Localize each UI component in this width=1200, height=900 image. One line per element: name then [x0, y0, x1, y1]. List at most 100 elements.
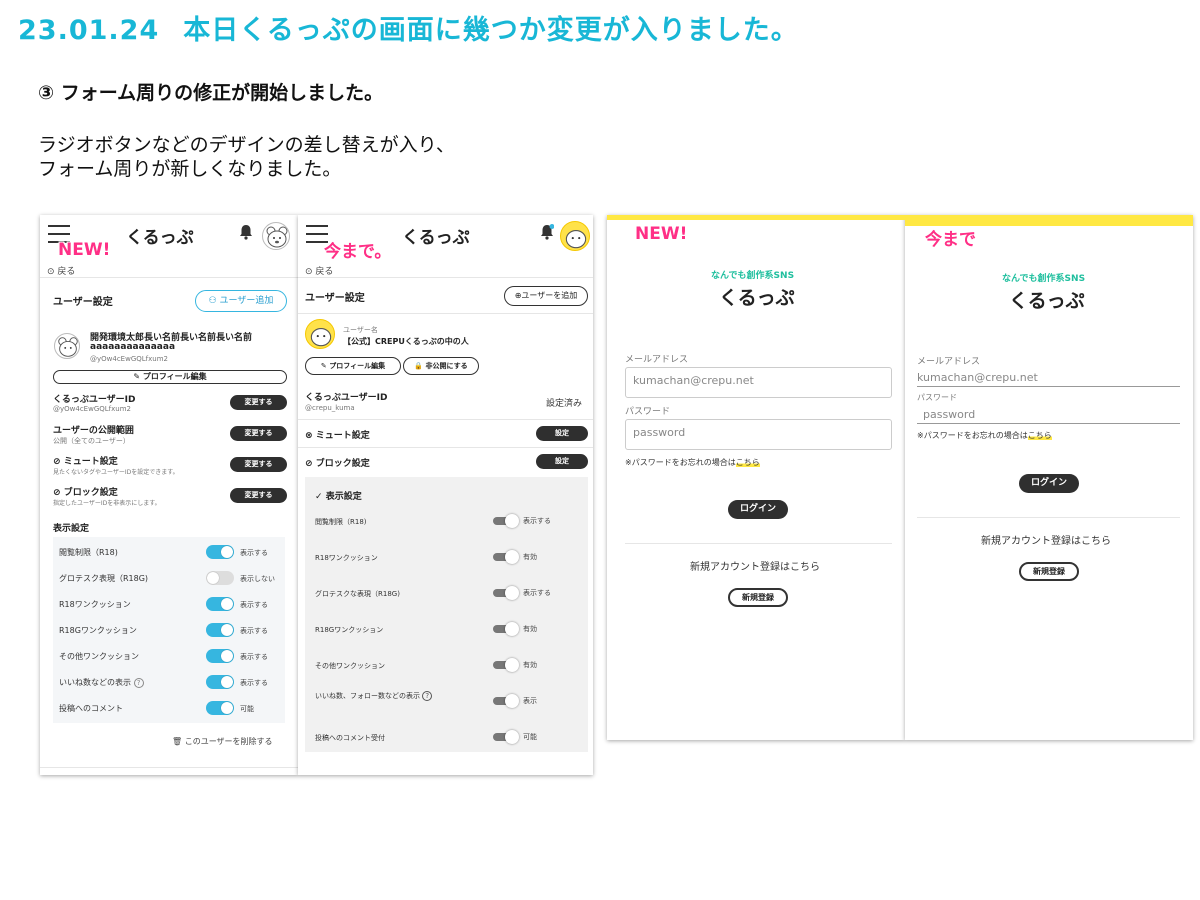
- user-id-status: 設定済み: [546, 399, 583, 409]
- bell-icon[interactable]: [239, 224, 253, 240]
- app-logo[interactable]: くるっぷ: [126, 223, 194, 248]
- visibility-value: 公開（全てのユーザー）: [53, 437, 130, 445]
- old-tag: 今まで。: [324, 242, 392, 262]
- display-settings-title: ✓ 表示設定: [315, 492, 362, 502]
- old-settings-screenshot: くるっぷ ⊙ 戻る ユーザー設定 ⊕ユーザーを追加 ユーザー名 【公式】CREP…: [298, 215, 593, 775]
- make-private-button[interactable]: 🔒 非公開にする: [403, 357, 479, 375]
- edit-profile-button[interactable]: ✎ プロフィール編集: [53, 370, 287, 384]
- help-icon[interactable]: ?: [133, 678, 144, 688]
- login-button[interactable]: ログイン: [728, 500, 788, 519]
- avatar[interactable]: [560, 221, 590, 251]
- add-user-button[interactable]: ⚇ ユーザー追加: [195, 290, 287, 312]
- toggle-r18g-onecushion[interactable]: [206, 623, 234, 637]
- toggle-r18[interactable]: [493, 514, 519, 528]
- mute-settings-button[interactable]: 設定: [536, 426, 588, 441]
- user-name-label: ユーザー名: [343, 326, 378, 334]
- back-link[interactable]: ⊙ 戻る: [47, 264, 75, 277]
- block-description: 指定したユーザーIDを非表示にします。: [53, 500, 161, 507]
- user-handle: @yOw4cEwGQLfxum2: [90, 355, 168, 363]
- email-field[interactable]: kumachan@crepu.net: [625, 367, 892, 398]
- toggle-r18-onecushion[interactable]: [493, 550, 519, 564]
- user-id-value: @yOw4cEwGQLfxum2: [53, 405, 131, 413]
- toggle-label: 閲覧制限（R18): [315, 518, 367, 526]
- toggle-like-count[interactable]: [206, 675, 234, 689]
- email-field[interactable]: kumachan@crepu.net: [917, 369, 1180, 387]
- edit-profile-label: プロフィール編集: [329, 362, 386, 370]
- block-label: ⊘ ブロック設定: [305, 459, 370, 469]
- toggle-r18g-onecushion[interactable]: [493, 622, 519, 636]
- password-label: パスワード: [917, 393, 957, 402]
- tagline: なんでも創作系SNS: [711, 271, 795, 281]
- toggle-label: グロテスクな表現（R18G): [315, 590, 400, 598]
- delete-user-link[interactable]: 🗑 このユーザーを削除する: [172, 736, 273, 747]
- back-label: 戻る: [315, 267, 334, 277]
- mute-label: ⊗ ミュート設定: [305, 431, 370, 441]
- app-logo[interactable]: くるっぷ: [402, 223, 470, 248]
- old-login-screenshot: 今まで なんでも創作系SNS くるっぷ メールアドレス kumachan@cre…: [905, 215, 1193, 740]
- toggle-label: 投稿へのコメント受付: [315, 734, 385, 742]
- toggle-other-onecushion[interactable]: [206, 649, 234, 663]
- divider: [298, 419, 593, 420]
- bell-icon[interactable]: [540, 224, 554, 240]
- register-button[interactable]: 新規登録: [1019, 562, 1079, 581]
- toggle-r18[interactable]: [206, 545, 234, 559]
- password-field[interactable]: password: [917, 406, 1180, 424]
- toggle-grotesque[interactable]: [493, 586, 519, 600]
- user-id-label: くるっぷユーザーID: [305, 393, 388, 403]
- toggle-label: R18Gワンクッション: [315, 626, 384, 634]
- toggle-value: 表示しない: [240, 575, 275, 583]
- toggle-grotesque[interactable]: [206, 571, 234, 585]
- forgot-password: ※パスワードをお忘れの場合はこちら: [917, 430, 1052, 441]
- page-headline: 23.01.24 本日くるっぷの画面に幾つか変更が入りました。: [18, 8, 799, 47]
- description-line-1: ラジオボタンなどのデザインの差し替えが入り、: [38, 134, 455, 156]
- email-label: メールアドレス: [917, 357, 981, 367]
- toggle-value: 表示する: [240, 601, 268, 609]
- mute-label-text: ミュート設定: [315, 431, 370, 441]
- toggle-label: R18ワンクッション: [59, 600, 131, 609]
- password-field[interactable]: password: [625, 419, 892, 450]
- toggle-comments[interactable]: [206, 701, 234, 715]
- email-label: メールアドレス: [625, 355, 689, 365]
- register-text: 新規アカウント登録はこちら: [690, 562, 820, 573]
- login-button[interactable]: ログイン: [1019, 474, 1079, 493]
- toggle-other-onecushion[interactable]: [493, 658, 519, 672]
- toggle-label-text: いいね数、フォロー数などの表示: [315, 692, 420, 700]
- toggle-label: 閲覧制限（R18): [59, 548, 118, 557]
- description-line-2: フォーム周りが新しくなりました。: [38, 158, 342, 180]
- toggle-label: 投稿へのコメント: [59, 704, 123, 713]
- app-title: くるっぷ: [1009, 290, 1085, 312]
- profile-avatar[interactable]: [305, 319, 335, 349]
- user-name: 【公式】CREPUくるっぷの中の人: [343, 337, 469, 346]
- register-button[interactable]: 新規登録: [728, 588, 788, 607]
- change-mute-button[interactable]: 変更する: [230, 457, 287, 472]
- back-link[interactable]: ⊙ 戻る: [305, 264, 333, 277]
- brand-bar: [607, 215, 1193, 220]
- toggle-r18-onecushion[interactable]: [206, 597, 234, 611]
- toggle-label: R18Gワンクッション: [59, 626, 137, 635]
- headline-date: 23.01.24: [18, 15, 160, 46]
- change-visibility-button[interactable]: 変更する: [230, 426, 287, 441]
- register-text: 新規アカウント登録はこちら: [981, 536, 1111, 547]
- toggle-comments[interactable]: [493, 730, 519, 744]
- avatar[interactable]: [262, 222, 290, 250]
- forgot-password-link[interactable]: こちら: [735, 458, 760, 467]
- change-user-id-button[interactable]: 変更する: [230, 395, 287, 410]
- forgot-password-link[interactable]: こちら: [1027, 431, 1052, 440]
- change-block-button[interactable]: 変更する: [230, 488, 287, 503]
- block-settings-button[interactable]: 設定: [536, 454, 588, 469]
- section-title: ユーザー設定: [53, 297, 113, 308]
- toggle-value: 有効: [523, 553, 537, 561]
- divider: [298, 277, 593, 278]
- tagline: なんでも創作系SNS: [1002, 274, 1086, 284]
- user-id-label: くるっぷユーザーID: [53, 395, 136, 405]
- divider: [40, 277, 298, 278]
- add-user-button[interactable]: ⊕ユーザーを追加: [504, 286, 588, 306]
- toggle-like-count[interactable]: [493, 694, 519, 708]
- toggle-value: 可能: [523, 733, 537, 741]
- help-icon[interactable]: ?: [422, 691, 433, 701]
- toggle-value: 可能: [240, 705, 254, 713]
- password-label: パスワード: [625, 407, 671, 417]
- edit-profile-button[interactable]: ✎ プロフィール編集: [305, 357, 401, 375]
- toggle-label: いいね数などの表示 ?: [59, 677, 144, 688]
- profile-avatar[interactable]: [54, 333, 80, 359]
